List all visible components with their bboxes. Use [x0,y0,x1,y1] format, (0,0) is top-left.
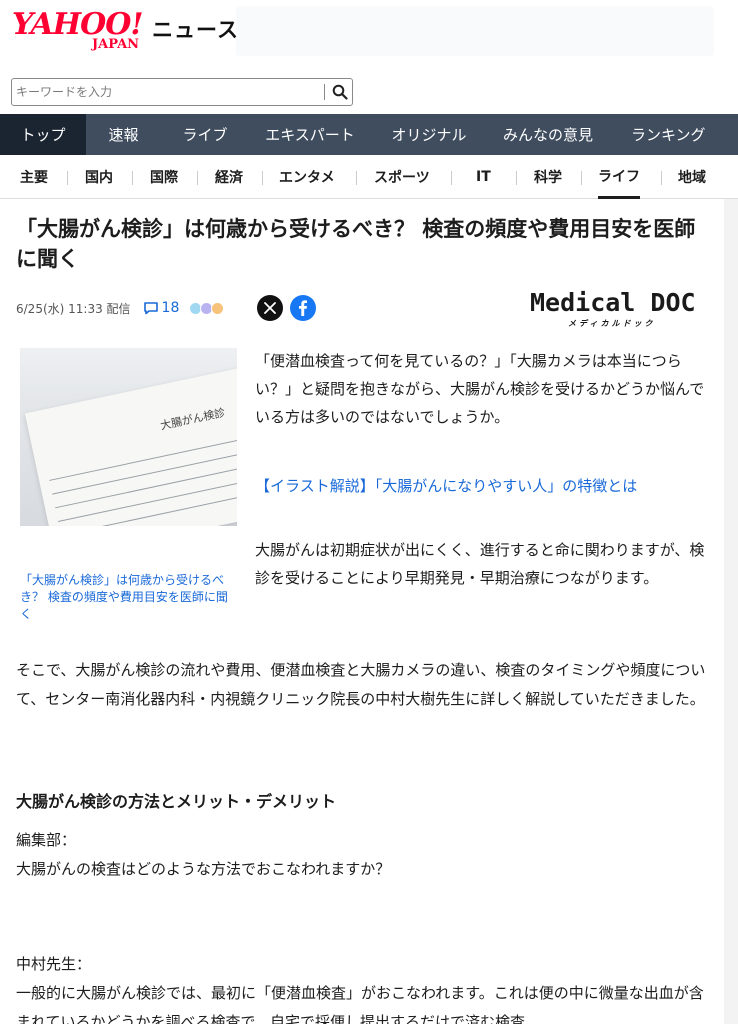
logo-sub-text: JAPAN [92,37,140,52]
reaction-face-icon [211,301,225,315]
snav-item-entertainment[interactable]: エンタメ [279,155,335,199]
article-title: 「大腸がん検診」は何歳から受けるべき？ 検査の頻度や費用目安を医師に聞く [16,217,696,271]
gnav-item-breaking[interactable]: 速報 [86,114,161,155]
lead-paragraph-2: 大腸がんは初期症状が出にくく、進行すると命に関わりますが、検診を受けることにより… [255,541,705,587]
lead-paragraph-1: 「便潜血検査って何を見ているの？」「大腸カメラは本当につらい？」と疑問を抱きなが… [255,352,705,426]
snav-item-local[interactable]: 地域 [678,155,706,199]
search-button[interactable] [326,79,353,105]
snav-divider [197,171,198,185]
speaker-label: 編集部： [16,831,77,849]
share-facebook-button[interactable] [290,295,316,321]
global-nav: トップ 速報 ライブ エキスパート オリジナル みんなの意見 ランキング [0,114,738,155]
news-section-label[interactable]: ニュース [152,14,239,44]
comments-link[interactable]: 18 [143,300,225,316]
provider-kana: メディカルドック [568,319,656,328]
search-input[interactable] [16,82,316,102]
answer-text: 一般的に大腸がん検診では、最初に「便潜血検査」がおこなわれます。これは便の中に微… [16,984,704,1024]
section-heading: 大腸がん検診の方法とメリット・デメリット [16,792,337,811]
snav-divider [451,171,452,185]
publish-date: 6/25(水) 11:33 配信 [16,301,131,316]
snav-divider [67,171,68,185]
speaker-label: 中村先生： [16,955,92,973]
article-photo[interactable]: 大腸がん検診 [20,348,237,526]
category-nav: 主要 国内 国際 経済 エンタメ スポーツ IT 科学 ライフ 地域 [0,155,738,199]
comment-count: 18 [161,300,180,316]
snav-item-science[interactable]: 科学 [534,155,562,199]
provider-logo[interactable]: Medical DOC メディカルドック [530,288,700,330]
gnav-item-expert[interactable]: エキスパート [249,114,371,155]
gnav-item-opinions[interactable]: みんなの意見 [487,114,609,155]
search-box [11,78,353,106]
reaction-faces [185,301,225,315]
comment-icon [143,302,158,315]
article-figure: 大腸がん検診 「大腸がん検診」は何歳から受けるべき？ 検査の頻度や費用目安を医師… [20,348,237,623]
facebook-logo-icon [299,300,307,316]
gnav-item-live[interactable]: ライブ [161,114,249,155]
snav-divider [581,171,582,185]
snav-divider [516,171,517,185]
snav-divider [132,171,133,185]
article-meta: 6/25(水) 11:33 配信 18 [16,293,225,323]
question-text: 大腸がんの検査はどのような方法でおこなわれますか？ [16,860,391,878]
figure-caption[interactable]: 「大腸がん検診」は何歳から受けるべき？ 検査の頻度や費用目安を医師に聞く [20,572,237,623]
snav-item-world[interactable]: 国際 [150,155,178,199]
gnav-item-ranking[interactable]: ランキング [609,114,738,155]
body-paragraph: そこで、大腸がん検診の流れや費用、便潜血検査と大腸カメラの違い、検査のタイミング… [16,661,706,708]
snav-divider [262,171,263,185]
header-banner [236,6,714,56]
document-illustration: 大腸がん検診 [24,365,237,526]
snav-item-it[interactable]: IT [476,155,491,199]
snav-item-domestic[interactable]: 国内 [85,155,113,199]
snav-item-economy[interactable]: 経済 [215,155,243,199]
snav-divider [356,171,357,185]
snav-item-sports[interactable]: スポーツ [374,155,430,199]
share-x-button[interactable] [257,295,283,321]
gnav-item-original[interactable]: オリジナル [371,114,487,155]
related-article-link[interactable]: 【イラスト解説】「大腸がんになりやすい人」の特徴とは [255,477,637,495]
snav-item-life[interactable]: ライフ [598,155,640,199]
photo-document-title: 大腸がん検診 [159,406,227,433]
yahoo-japan-logo[interactable]: YAHOO! JAPAN [12,8,152,52]
site-header: YAHOO! JAPAN ニュース [0,0,738,70]
provider-name: Medical DOC [530,288,696,317]
snav-item-main[interactable]: 主要 [20,155,48,199]
search-icon [332,84,348,100]
scrollbar[interactable] [724,199,738,1024]
x-logo-icon [264,302,276,314]
search-divider [324,84,325,100]
snav-divider [661,171,662,185]
gnav-item-top[interactable]: トップ [0,114,86,155]
